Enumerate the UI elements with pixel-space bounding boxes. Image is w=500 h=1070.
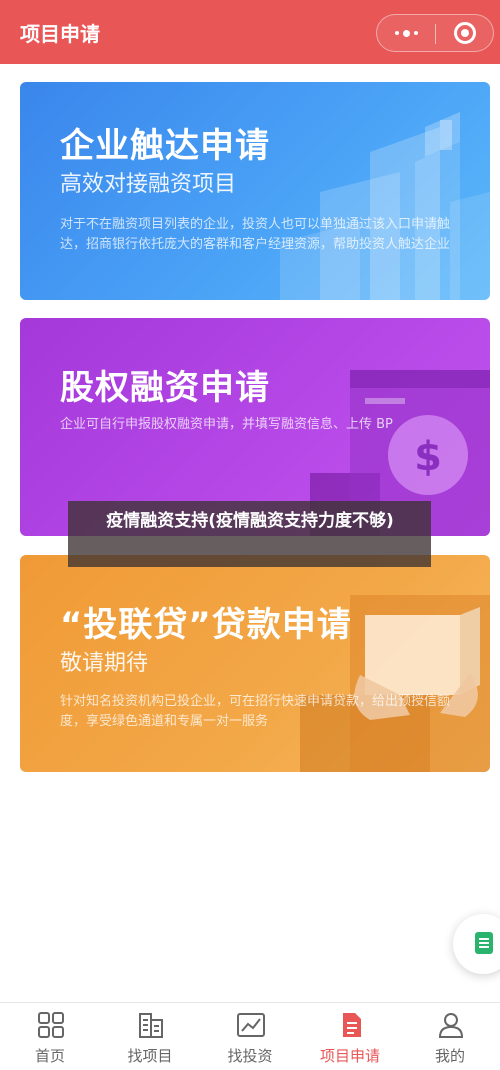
- box-illustration: [300, 595, 490, 772]
- document-list-icon: [475, 932, 493, 954]
- more-dots-icon: [394, 31, 399, 35]
- tab-project-apply[interactable]: 项目申请: [300, 1003, 400, 1070]
- card-description: 对于不在融资项目列表的企业，投资人也可以单独通过该入口申请触达，招商银行依托庞大…: [60, 217, 451, 252]
- card-title: 股权融资申请: [60, 368, 270, 408]
- card-enterprise-reach[interactable]: 企业触达申请 高效对接融资项目 对于不在融资项目列表的企业，投资人也可以单独通过…: [20, 82, 490, 300]
- tab-label: 首页: [34, 1047, 65, 1065]
- bottom-tab-bar: 首页 找项目 找投资 项目申请 我的: [0, 1002, 500, 1070]
- tab-label: 项目申请: [319, 1047, 380, 1065]
- caption-text: 疫情融资支持(疫情融资支持力度不够): [106, 511, 394, 531]
- floating-document-button[interactable]: [453, 914, 500, 974]
- page-title: 项目申请: [20, 22, 100, 46]
- more-button[interactable]: [377, 15, 435, 51]
- home-grid-icon: [38, 1012, 64, 1038]
- user-icon: [438, 1013, 464, 1038]
- close-button[interactable]: [436, 15, 494, 51]
- dollar-glyph: $: [414, 434, 442, 480]
- card-subtitle: 敬请期待: [60, 651, 149, 676]
- document-icon: [343, 1013, 361, 1037]
- card-subtitle: 高效对接融资项目: [60, 172, 237, 197]
- buildings-illustration: [280, 112, 490, 300]
- trend-chart-icon: [237, 1013, 265, 1037]
- tab-label: 找项目: [127, 1047, 173, 1065]
- tab-mine[interactable]: 我的: [400, 1003, 500, 1070]
- tab-find-investment[interactable]: 找投资: [200, 1003, 300, 1070]
- card-description: 针对知名投资机构已投企业，可在招行快速申请贷款，给出预授信额度，享受绿色通道和专…: [60, 694, 451, 729]
- tab-home[interactable]: 首页: [0, 1003, 100, 1070]
- mini-program-capsule: [376, 14, 494, 52]
- tab-label: 找投资: [227, 1047, 273, 1065]
- building-icon: [139, 1013, 163, 1038]
- tab-label: 我的: [434, 1047, 465, 1065]
- target-close-icon: [454, 22, 476, 44]
- card-invest-loan[interactable]: “投联贷”贷款申请 敬请期待 针对知名投资机构已投企业，可在招行快速申请贷款，给…: [20, 555, 490, 772]
- tab-find-projects[interactable]: 找项目: [100, 1003, 200, 1070]
- card-title: “投联贷”贷款申请: [60, 605, 352, 645]
- caption-overlay: 疫情融资支持(疫情融资支持力度不够): [68, 501, 431, 567]
- header-bar: 项目申请: [0, 0, 500, 64]
- card-title: 企业触达申请: [60, 126, 270, 166]
- card-description: 企业可自行申报股权融资申请，并填写融资信息、上传 BP: [60, 417, 393, 432]
